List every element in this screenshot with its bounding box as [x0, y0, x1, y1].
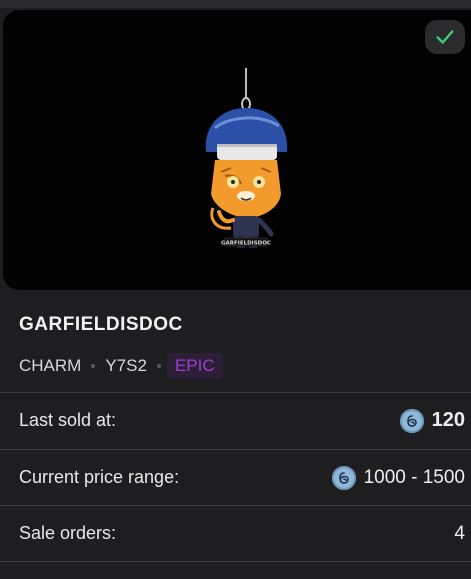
price-range-value: 1000 - 1500	[363, 466, 465, 488]
price-range-row: Current price range: 1000 - 1500	[0, 449, 471, 505]
checkmark-icon	[436, 30, 454, 44]
r6-credits-coin-icon	[331, 465, 356, 490]
last-sold-value-group: 120	[399, 408, 465, 433]
divider	[0, 561, 471, 562]
charm-image: GARFIELDISDOC	[205, 68, 288, 248]
price-range-value-group: 1000 - 1500	[331, 465, 465, 490]
item-tags: CHARM Y7S2 EPIC	[19, 353, 223, 379]
last-sold-label: Last sold at:	[19, 410, 117, 430]
item-rarity-tag: EPIC	[166, 353, 223, 379]
item-preview: GARFIELDISDOC	[3, 10, 471, 290]
item-season-tag: Y7S2	[105, 356, 147, 375]
top-strip	[0, 0, 471, 8]
sale-orders-value: 4	[454, 522, 465, 544]
tag-separator	[91, 364, 96, 368]
sale-orders-label: Sale orders:	[19, 523, 117, 543]
last-sold-row: Last sold at: 120	[0, 392, 471, 448]
owned-check-badge[interactable]	[425, 20, 465, 54]
item-type-tag: CHARM	[19, 356, 82, 375]
tag-separator	[156, 364, 161, 368]
last-sold-value: 120	[431, 409, 465, 431]
sale-orders-row[interactable]: Sale orders: 4	[0, 505, 471, 561]
charm-label: GARFIELDISDOC	[221, 241, 271, 247]
r6-credits-coin-icon	[399, 408, 424, 433]
price-range-label: Current price range:	[19, 467, 180, 487]
item-title: GARFIELDISDOC	[19, 314, 183, 335]
